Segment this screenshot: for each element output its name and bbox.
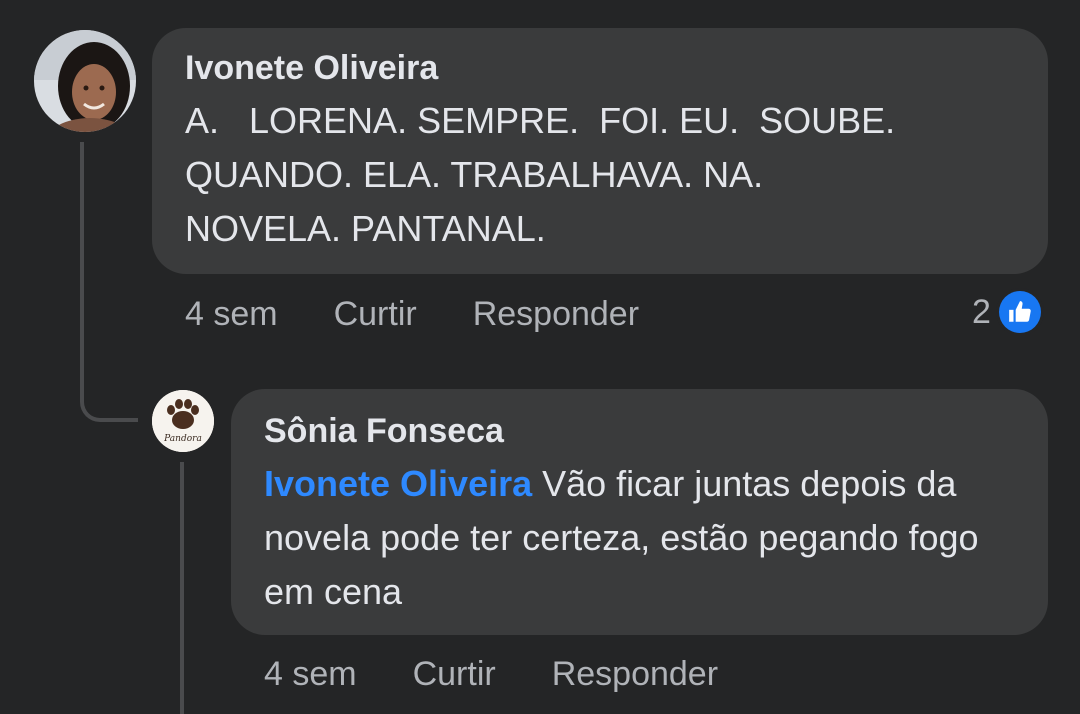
avatar[interactable]: Pandora [152,390,214,452]
reply-actions: 4 sem Curtir Responder [264,652,774,696]
paw-icon: Pandora [152,390,214,452]
reply-button[interactable]: Responder [473,295,639,334]
reply-button[interactable]: Responder [552,655,718,694]
reply-author[interactable]: Sônia Fonseca [264,411,1016,451]
profile-photo [34,30,136,132]
comment-text: A. LORENA. SEMPRE. FOI. EU. SOUBE. QUAND… [185,100,896,249]
reaction-summary[interactable]: 2 [972,290,1041,334]
avatar-caption: Pandora [163,434,202,444]
like-button[interactable]: Curtir [334,295,417,334]
comment-actions: 4 sem Curtir Responder [185,292,695,336]
reaction-count: 2 [972,292,991,331]
comment-bubble: Ivonete Oliveira A. LORENA. SEMPRE. FOI.… [152,28,1048,274]
reply-thread-line [180,462,184,714]
mention-link[interactable]: Ivonete Oliveira [264,463,532,504]
reply-bubble: Sônia Fonseca Ivonete Oliveira Vão ficar… [231,389,1048,635]
comment-timestamp[interactable]: 4 sem [185,295,278,334]
avatar[interactable] [34,30,136,132]
comment-author[interactable]: Ivonete Oliveira [185,48,1016,88]
reply-text: Ivonete Oliveira Vão ficar juntas depois… [264,457,1016,619]
comment-thread: Ivonete Oliveira A. LORENA. SEMPRE. FOI.… [0,0,1080,714]
thread-connector-line [80,142,84,364]
reply-timestamp[interactable]: 4 sem [264,655,357,694]
like-button[interactable]: Curtir [413,655,496,694]
like-icon [998,291,1041,333]
thread-connector-elbow [80,360,138,422]
